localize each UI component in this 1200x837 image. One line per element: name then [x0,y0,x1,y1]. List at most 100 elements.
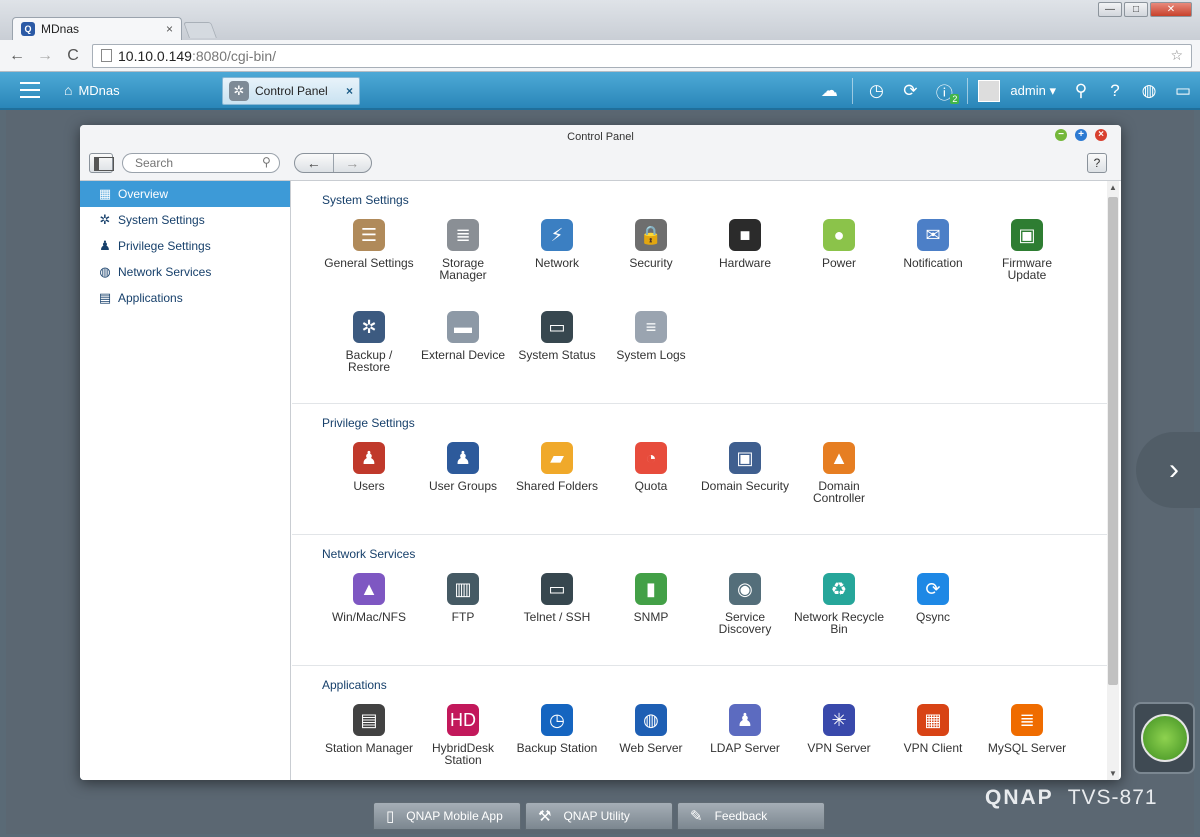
help-icon[interactable]: ? [1098,72,1132,110]
sidebar-item-system-settings[interactable]: ✲ System Settings [80,207,290,233]
app-vpn-client[interactable]: ▦ VPN Client [886,704,980,780]
browser-titlebar: Q MDnas × — □ ✕ [0,0,1200,40]
window-maximize-button[interactable]: + [1075,129,1087,141]
back-button[interactable]: ← [295,154,333,172]
sync-icon[interactable]: ⟳ [893,72,927,110]
app-external-device[interactable]: ▬ External Device [416,311,510,403]
app-user-groups[interactable]: ♟ User Groups [416,442,510,534]
app-qsync[interactable]: ⟳ Qsync [886,573,980,665]
help-button[interactable]: ? [1087,153,1107,173]
app-label: Network Recycle Bin [793,610,885,636]
search-icon[interactable]: ⚲ [1064,72,1098,110]
app-label: Win/Mac/NFS [331,610,406,624]
scroll-up-icon[interactable]: ▲ [1107,183,1119,192]
sidebar-item-network-services[interactable]: ◍ Network Services [80,259,290,285]
address-bar[interactable]: 10.10.0.149:8080/cgi-bin/ ☆ [92,43,1192,68]
tab-close-icon[interactable]: × [166,22,173,36]
sidebar-item-label: Network Services [118,265,212,279]
app-system-logs[interactable]: ≡ System Logs [604,311,698,403]
app-firmware-update[interactable]: ▣ Firmware Update [980,219,1074,311]
scrollbar-thumb[interactable] [1108,197,1118,685]
app-ldap-server[interactable]: ♟ LDAP Server [698,704,792,780]
app-label: Qsync [915,610,950,624]
search-icon: ⚲ [262,155,271,169]
sidebar-item-overview[interactable]: ▦ Overview [80,181,290,207]
app-users[interactable]: ♟ Users [322,442,416,534]
app-vpn-server[interactable]: ✳ VPN Server [792,704,886,780]
taskbar-tab-close-icon[interactable]: × [346,84,353,98]
app-security[interactable]: 🔒 Security [604,219,698,311]
system-logs-icon: ≡ [635,311,667,343]
forward-button[interactable]: → [36,47,54,65]
search-input[interactable] [122,153,280,173]
clock-icon[interactable]: ◷ [859,72,893,110]
app-backup-restore[interactable]: ✲ Backup / Restore [322,311,416,403]
app-station-manager[interactable]: ▤ Station Manager [322,704,416,780]
app-notification[interactable]: ✉ Notification [886,219,980,311]
toggle-sidebar-button[interactable] [89,153,114,173]
sidebar-item-applications[interactable]: ▤ Applications [80,285,290,311]
app-power[interactable]: ● Power [792,219,886,311]
main-menu-icon[interactable] [20,82,40,98]
app-quota[interactable]: ◔ Quota [604,442,698,534]
window-minimize-button[interactable]: − [1055,129,1067,141]
forward-button[interactable]: → [332,154,372,172]
scroll-down-icon[interactable]: ▼ [1107,769,1119,778]
sidebar-item-privilege-settings[interactable]: ♟ Privilege Settings [80,233,290,259]
app-storage-manager[interactable]: ≣ Storage Manager [416,219,510,311]
user-menu[interactable]: admin ▾ [1010,83,1056,99]
taskbar-control-panel-tab[interactable]: ✲ Control Panel × [222,77,360,105]
window-close-button[interactable]: × [1095,129,1107,141]
app-win-mac-nfs[interactable]: ▲ Win/Mac/NFS [322,573,416,665]
firmware-update-icon: ▣ [1011,219,1043,251]
power-icon: ● [823,219,855,251]
storage-manager-icon: ≣ [447,219,479,251]
app-mysql-server[interactable]: ≣ MySQL Server [980,704,1074,780]
new-tab-button[interactable] [183,22,217,38]
section-network-services: Network Services ▲ Win/Mac/NFS ▥ FTP ▭ Telnet… [292,535,1107,666]
external-device-icon: ▬ [447,311,479,343]
dock-label: Feedback [714,809,768,823]
app-web-server[interactable]: ◍ Web Server [604,704,698,780]
dock-utility-button[interactable]: ⚒ QNAP Utility [525,802,673,830]
dock-mobile-app-button[interactable]: ▯ QNAP Mobile App [373,802,521,830]
maximize-button[interactable]: □ [1124,2,1148,17]
reload-button[interactable]: C [64,47,82,65]
app-network[interactable]: ⚡ Network [510,219,604,311]
bookmark-star-icon[interactable]: ☆ [1170,47,1183,64]
app-backup-station[interactable]: ◷ Backup Station [510,704,604,780]
control-panel-window: Control Panel − + × ⚲ ← → ? ▦ Overview ✲… [80,125,1121,780]
app-domain-security[interactable]: ▣ Domain Security [698,442,792,534]
app-hybriddesk-station[interactable]: HD HybridDesk Station [416,704,510,780]
app-hardware[interactable]: ■ Hardware [698,219,792,311]
url-host: 10.10.0.149 [118,47,192,64]
app-snmp[interactable]: ▮ SNMP [604,573,698,665]
header-icons: ☁ ◷ ⟳ ⓘ 2 admin ▾ ⚲ ? ◍ ▭ [812,72,1200,110]
vertical-scrollbar[interactable]: ▲ ▼ [1107,181,1119,780]
app-domain-controller[interactable]: ▲ Domain Controller [792,442,886,534]
app-system-status[interactable]: ▭ System Status [510,311,604,403]
url-path: :8080/cgi-bin/ [191,47,277,64]
home-button[interactable]: ⌂ MDnas [64,82,120,98]
back-button[interactable]: ← [8,47,26,65]
app-network-recycle-bin[interactable]: ♻ Network Recycle Bin [792,573,886,665]
info-icon[interactable]: ⓘ 2 [927,72,961,110]
cloud-icon[interactable]: ☁ [812,72,846,110]
main-content: System Settings ☰ General Settings ≣ Storag… [292,181,1107,780]
avatar[interactable] [978,80,1001,102]
globe-icon[interactable]: ◍ [1132,72,1166,110]
minimize-button[interactable]: — [1098,2,1122,17]
monitor-icon[interactable]: ▭ [1166,72,1200,110]
app-ftp[interactable]: ▥ FTP [416,573,510,665]
app-service-discovery[interactable]: ◉ Service Discovery [698,573,792,665]
app-telnet-ssh[interactable]: ▭ Telnet / SSH [510,573,604,665]
app-shared-folders[interactable]: ▰ Shared Folders [510,442,604,534]
app-general-settings[interactable]: ☰ General Settings [322,219,416,311]
app-label: Security [629,256,673,270]
dock-feedback-button[interactable]: ✎ Feedback [677,802,825,830]
app-label: MySQL Server [987,741,1067,755]
close-window-button[interactable]: ✕ [1150,2,1192,17]
app-label: Domain Controller [812,479,866,505]
dashboard-widget[interactable] [1133,702,1195,774]
browser-tab[interactable]: Q MDnas × [12,17,182,40]
